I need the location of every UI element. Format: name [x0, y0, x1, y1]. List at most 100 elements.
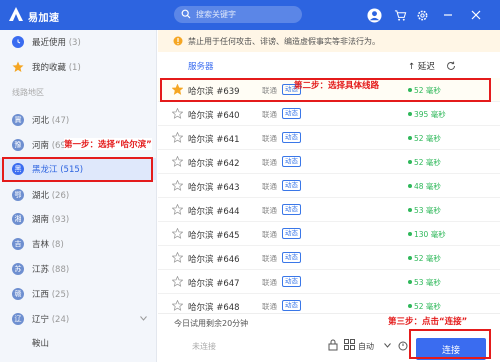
annotation-step1: 第一步：选择“哈尔滨”: [64, 138, 152, 150]
server-row[interactable]: 哈尔滨 #646 联通 动态 52 毫秒: [158, 246, 500, 270]
server-latency: 130 毫秒: [414, 230, 446, 239]
server-row[interactable]: 哈尔滨 #642 联通 动态 52 毫秒: [158, 150, 500, 174]
sidebar-item-hubei[interactable]: 鄂 湖北 (26): [0, 184, 157, 206]
server-latency: 52 毫秒: [414, 254, 441, 263]
server-latency: 395 毫秒: [414, 110, 446, 119]
mode-select[interactable]: 自动: [358, 341, 374, 352]
server-isp: 联通: [262, 110, 277, 119]
server-row[interactable]: 哈尔滨 #644 联通 动态 53 毫秒: [158, 198, 500, 222]
section-title: 线路地区: [12, 88, 44, 97]
server-name: 哈尔滨 #642: [188, 159, 240, 169]
latency-dot-icon: [408, 256, 412, 260]
search-input[interactable]: [196, 7, 296, 22]
dynamic-tag: 动态: [282, 276, 301, 287]
star-icon: [12, 61, 24, 73]
sidebar-item-jiangsu[interactable]: 苏 江苏 (88): [0, 258, 157, 280]
annotation-box-step1: [2, 157, 153, 182]
favorite-star-icon[interactable]: [172, 132, 183, 143]
annotation-step2: 第二步：选择具体线路: [294, 81, 380, 91]
search-icon: [181, 9, 191, 19]
dynamic-tag: 动态: [282, 132, 301, 143]
favorite-star-icon[interactable]: [172, 228, 183, 239]
avatar-icon[interactable]: [366, 7, 382, 23]
search-box[interactable]: [174, 6, 302, 23]
server-latency: 52 毫秒: [414, 158, 441, 167]
region-badge-icon: 吉: [12, 238, 24, 250]
server-latency: 48 毫秒: [414, 182, 441, 191]
region-badge-icon: 辽: [12, 313, 24, 325]
dynamic-tag: 动态: [282, 300, 301, 311]
minimize-icon[interactable]: [440, 7, 456, 23]
favorite-star-icon[interactable]: [172, 276, 183, 287]
server-row[interactable]: 哈尔滨 #640 联通 动态 395 毫秒: [158, 102, 500, 126]
gear-icon[interactable]: [414, 7, 430, 23]
sidebar-item-count: (47): [51, 116, 70, 126]
server-name: 哈尔滨 #648: [188, 303, 240, 313]
sidebar-item-count: (25): [51, 290, 70, 300]
grid-icon[interactable]: [344, 339, 355, 350]
server-isp: 联通: [262, 182, 277, 191]
sidebar-item-label: 湖南: [32, 215, 50, 225]
sidebar: 最近使用 (3) 我的收藏 (1) 线路地区 冀 河北 (47) 豫 河南 (6…: [0, 30, 157, 362]
column-header-latency[interactable]: ↑ 延迟: [408, 60, 435, 72]
sidebar-item-hunan[interactable]: 湘 湖南 (93): [0, 208, 157, 230]
sidebar-item-label: 我的收藏: [32, 63, 67, 73]
sidebar-subitem-anshan[interactable]: 鞍山: [0, 332, 157, 354]
favorite-star-icon[interactable]: [172, 180, 183, 191]
latency-dot-icon: [408, 184, 412, 188]
sidebar-item-label: 吉林: [32, 240, 50, 250]
title-bar: 易加速: [0, 0, 500, 30]
server-isp: 联通: [262, 278, 277, 287]
sidebar-item-recent[interactable]: 最近使用 (3): [0, 31, 157, 53]
sidebar-item-count: (3): [68, 38, 81, 48]
server-isp: 联通: [262, 158, 277, 167]
region-badge-icon: 鄂: [12, 189, 24, 201]
sidebar-item-label: 河北: [32, 116, 50, 126]
server-name: 哈尔滨 #641: [188, 135, 240, 145]
favorite-star-icon[interactable]: [172, 204, 183, 215]
refresh-icon[interactable]: [446, 61, 456, 71]
notice-text: 禁止用于任何攻击、诽谤、编造虚假事实等非法行为。: [188, 36, 380, 46]
favorite-star-icon[interactable]: [172, 252, 183, 263]
server-row[interactable]: 哈尔滨 #647 联通 动态 53 毫秒: [158, 270, 500, 294]
favorite-star-icon[interactable]: [172, 300, 183, 311]
server-row[interactable]: 哈尔滨 #641 联通 动态 52 毫秒: [158, 126, 500, 150]
cart-icon[interactable]: [392, 7, 408, 23]
latency-dot-icon: [408, 208, 412, 212]
sidebar-item-count: (26): [51, 191, 70, 201]
sidebar-item-hebei[interactable]: 冀 河北 (47): [0, 109, 157, 131]
sidebar-item-count: (93): [51, 215, 70, 225]
latency-dot-icon: [408, 232, 412, 236]
dynamic-tag: 动态: [282, 204, 301, 215]
server-name: 哈尔滨 #644: [188, 207, 240, 217]
server-isp: 联通: [262, 302, 277, 311]
region-badge-icon: 赣: [12, 288, 24, 300]
server-latency: 53 毫秒: [414, 278, 441, 287]
app-name: 易加速: [28, 13, 60, 24]
sidebar-item-count: (8): [51, 240, 64, 250]
region-badge-icon: 湘: [12, 213, 24, 225]
lock-icon[interactable]: [328, 339, 338, 351]
server-latency: 52 毫秒: [414, 134, 441, 143]
sidebar-item-favorites[interactable]: 我的收藏 (1): [0, 56, 157, 78]
server-row[interactable]: 哈尔滨 #643 联通 动态 48 毫秒: [158, 174, 500, 198]
sidebar-item-jiangxi[interactable]: 赣 江西 (25): [0, 283, 157, 305]
sidebar-item-jilin[interactable]: 吉 吉林 (8): [0, 233, 157, 255]
column-header-server[interactable]: 服务器: [188, 60, 214, 72]
favorite-star-icon[interactable]: [172, 156, 183, 167]
sidebar-item-liaoning[interactable]: 辽 辽宁 (24): [0, 308, 157, 330]
chevron-down-icon[interactable]: [384, 343, 391, 348]
annotation-box-step3: [409, 329, 491, 359]
dynamic-tag: 动态: [282, 156, 301, 167]
server-row[interactable]: 哈尔滨 #645 联通 动态 130 毫秒: [158, 222, 500, 246]
close-icon[interactable]: [468, 7, 484, 23]
server-isp: 联通: [262, 230, 277, 239]
sidebar-item-label: 湖北: [32, 191, 50, 201]
app-logo-icon: [9, 7, 23, 21]
latency-dot-icon: [408, 160, 412, 164]
favorite-star-icon[interactable]: [172, 108, 183, 119]
server-isp: 联通: [262, 134, 277, 143]
settings-toggle-icon[interactable]: [398, 341, 408, 351]
sidebar-item-label: 最近使用: [32, 38, 67, 48]
dynamic-tag: 动态: [282, 108, 301, 119]
